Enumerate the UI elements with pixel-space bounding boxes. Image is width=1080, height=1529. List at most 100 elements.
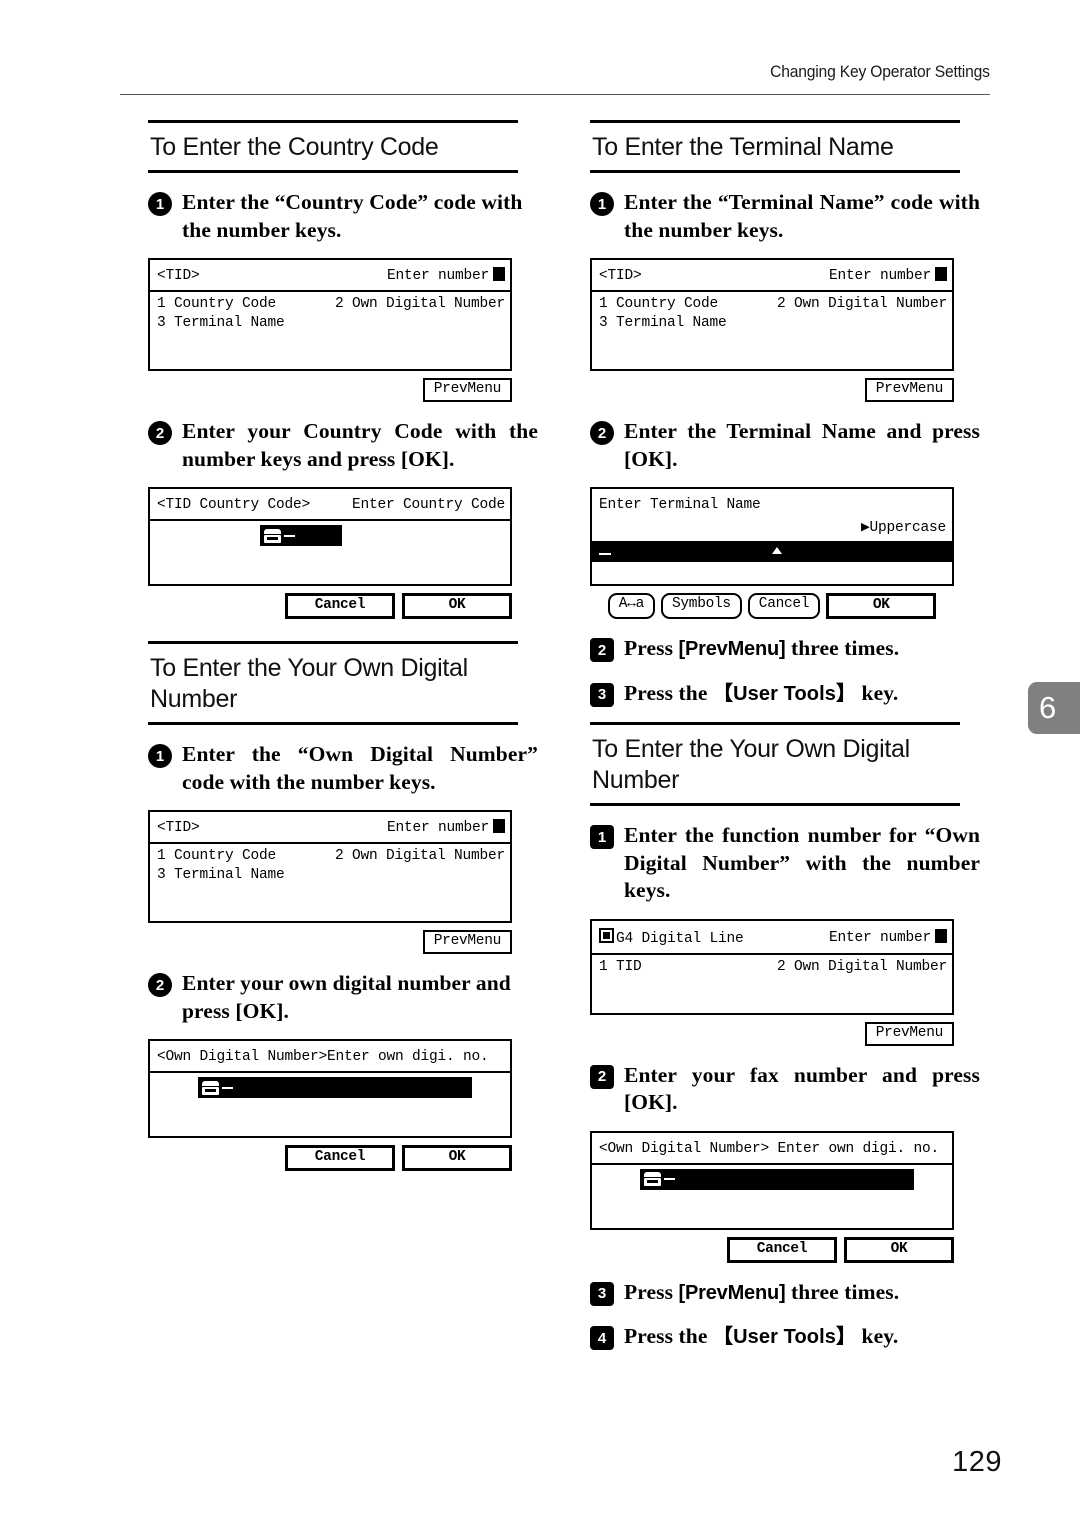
section-rule-bottom <box>590 170 960 173</box>
lcd-empty-area <box>592 1192 952 1228</box>
lcd-menu-item[interactable] <box>335 866 505 885</box>
chapter-number: 6 <box>1039 690 1057 725</box>
ok-button[interactable]: OK <box>844 1236 954 1263</box>
lcd-screen-own-digital-entry: <Own Digital Number> Enter own digi. no. <box>590 1130 954 1263</box>
step-item: 2 Enter your own digital number and pres… <box>148 970 538 1025</box>
lcd-menu-item[interactable]: 1 TID <box>599 958 777 977</box>
square-bullet-icon <box>599 927 614 943</box>
section-terminal-name: To Enter the Terminal Name 1 Enter the “… <box>590 120 980 708</box>
lcd-button-row: PrevMenu <box>148 378 512 402</box>
lcd-status: Enter number <box>828 268 931 284</box>
lcd-text-input-field[interactable] <box>592 541 952 562</box>
case-toggle-button[interactable]: A↔a <box>607 593 655 619</box>
key-label: 【User Tools】 <box>712 1326 857 1348</box>
page-number: 129 <box>952 1446 1002 1478</box>
lcd-button-row: Cancel OK <box>590 1236 954 1263</box>
section-own-digital-number: To Enter the Your Own Digital Number 1 E… <box>148 641 538 1171</box>
step-item: 2 Press [PrevMenu] three times. <box>590 635 980 664</box>
lcd-button-row: Cancel OK <box>148 593 512 619</box>
lcd-button-row: A↔a Symbols Cancel OK <box>590 593 954 619</box>
chapter-tab: 6 <box>1028 682 1080 734</box>
prevmenu-button[interactable]: PrevMenu <box>864 1021 954 1046</box>
step-text-after: three times. <box>785 1279 900 1304</box>
lcd-title: <Own Digital Number> Enter own digi. no. <box>599 1140 940 1157</box>
step-item: 3 Press the 【User Tools】 key. <box>590 680 980 709</box>
lcd-entry-field[interactable] <box>150 521 510 548</box>
section-rule-bottom <box>148 170 518 173</box>
section-rule-bottom <box>148 722 518 725</box>
lcd-menu-item[interactable]: 3 Terminal Name <box>599 314 777 333</box>
step-item: 2 Enter your Country Code with the numbe… <box>148 418 538 473</box>
lcd-button-row: PrevMenu <box>148 930 512 954</box>
step-text: Press [PrevMenu] three times. <box>624 635 980 664</box>
page-header: Changing Key Operator Settings <box>120 62 990 104</box>
prevmenu-button[interactable]: PrevMenu <box>422 930 512 954</box>
step-text: Press the 【User Tools】 key. <box>624 680 980 709</box>
lcd-empty-area <box>599 977 947 1013</box>
section-title: To Enter the Terminal Name <box>592 133 894 161</box>
lcd-title: <Own Digital Number>Enter own digi. no. <box>157 1049 489 1065</box>
lcd-menu-row[interactable]: 1 Country Code 2 Own Digital Number <box>599 295 947 314</box>
lcd-menu-item[interactable]: 2 Own Digital Number <box>335 847 505 866</box>
lcd-menu-item[interactable] <box>777 314 947 333</box>
step-text-after: key. <box>856 680 899 705</box>
lcd-menu-item[interactable] <box>335 314 505 333</box>
lcd-menu-item[interactable]: 1 Country Code <box>157 847 335 866</box>
cursor-block-icon <box>493 819 505 833</box>
lcd-menu-item[interactable]: 2 Own Digital Number <box>335 295 505 314</box>
lcd-empty-area <box>157 885 505 921</box>
cursor-block-icon <box>493 267 505 281</box>
step-text: Press the 【User Tools】 key. <box>624 1323 980 1352</box>
lcd-button-row: PrevMenu <box>590 1021 954 1046</box>
cancel-button[interactable]: Cancel <box>285 1145 395 1171</box>
step-marker: 2 <box>590 1064 614 1089</box>
lcd-menu-row[interactable]: 1 Country Code 2 Own Digital Number <box>157 847 505 866</box>
text-cursor-icon <box>284 534 295 537</box>
lcd-entry-field[interactable] <box>150 1073 510 1100</box>
lcd-input-mode[interactable]: ▶Uppercase <box>592 519 952 541</box>
lcd-menu-item[interactable]: 3 Terminal Name <box>157 314 335 333</box>
prevmenu-button[interactable]: PrevMenu <box>422 378 512 402</box>
step-item: 3 Press [PrevMenu] three times. <box>590 1279 980 1308</box>
step-text: Enter your Country Code with the number … <box>182 419 538 471</box>
section-country-code: To Enter the Country Code 1 Enter the “C… <box>148 120 538 619</box>
lcd-menu-row[interactable]: 1 TID 2 Own Digital Number <box>599 958 947 977</box>
text-cursor-icon <box>599 553 611 555</box>
ok-button[interactable]: OK <box>826 593 937 619</box>
step-item: 2 Enter the Terminal Name and press [OK]… <box>590 418 980 473</box>
lcd-entry-field[interactable] <box>592 1165 952 1192</box>
prevmenu-button[interactable]: PrevMenu <box>864 378 954 402</box>
cancel-button[interactable]: Cancel <box>285 593 395 619</box>
lcd-status: Enter Country Code <box>351 497 505 513</box>
step-text-before: Press <box>624 636 679 660</box>
caret-marker-icon <box>772 547 782 554</box>
text-cursor-icon <box>222 1086 233 1089</box>
lcd-menu-item[interactable]: 1 Country Code <box>599 295 777 314</box>
lcd-menu-row[interactable]: 1 Country Code 2 Own Digital Number <box>157 295 505 314</box>
lcd-menu-row[interactable]: 3 Terminal Name <box>599 314 947 333</box>
ok-button[interactable]: OK <box>402 1145 512 1171</box>
lcd-title: <TID> <box>157 820 200 836</box>
lcd-empty-area <box>150 548 510 584</box>
section-title: To Enter the Your Own Digital Number <box>592 735 910 794</box>
left-column: To Enter the Country Code 1 Enter the “C… <box>148 120 538 1171</box>
lcd-status: Enter number <box>386 268 489 284</box>
lcd-menu-item[interactable]: 2 Own Digital Number <box>777 958 947 977</box>
lcd-menu-item[interactable]: 3 Terminal Name <box>157 866 335 885</box>
cancel-button[interactable]: Cancel <box>747 593 821 619</box>
lcd-button-row: Cancel OK <box>148 1145 512 1171</box>
lcd-menu-item[interactable]: 1 Country Code <box>157 295 335 314</box>
lcd-screen-tid-menu: <TID> Enter number 1 Country Code 2 Own … <box>148 258 512 402</box>
symbols-button[interactable]: Symbols <box>660 593 742 619</box>
lcd-screen-tid-menu: <TID> Enter number 1 Country Code 2 Own … <box>148 810 512 954</box>
lcd-title: <TID> <box>157 268 200 284</box>
phone-icon <box>644 1172 661 1186</box>
step-marker: 2 <box>148 973 172 997</box>
ok-button[interactable]: OK <box>402 593 512 619</box>
lcd-menu-row[interactable]: 3 Terminal Name <box>157 866 505 885</box>
step-marker: 3 <box>590 682 614 707</box>
cancel-button[interactable]: Cancel <box>727 1236 837 1263</box>
lcd-menu-item[interactable]: 2 Own Digital Number <box>777 295 947 314</box>
lcd-menu-row[interactable]: 3 Terminal Name <box>157 314 505 333</box>
lcd-screen-country-code-entry: <TID Country Code> Enter Country Code Ca… <box>148 487 512 619</box>
